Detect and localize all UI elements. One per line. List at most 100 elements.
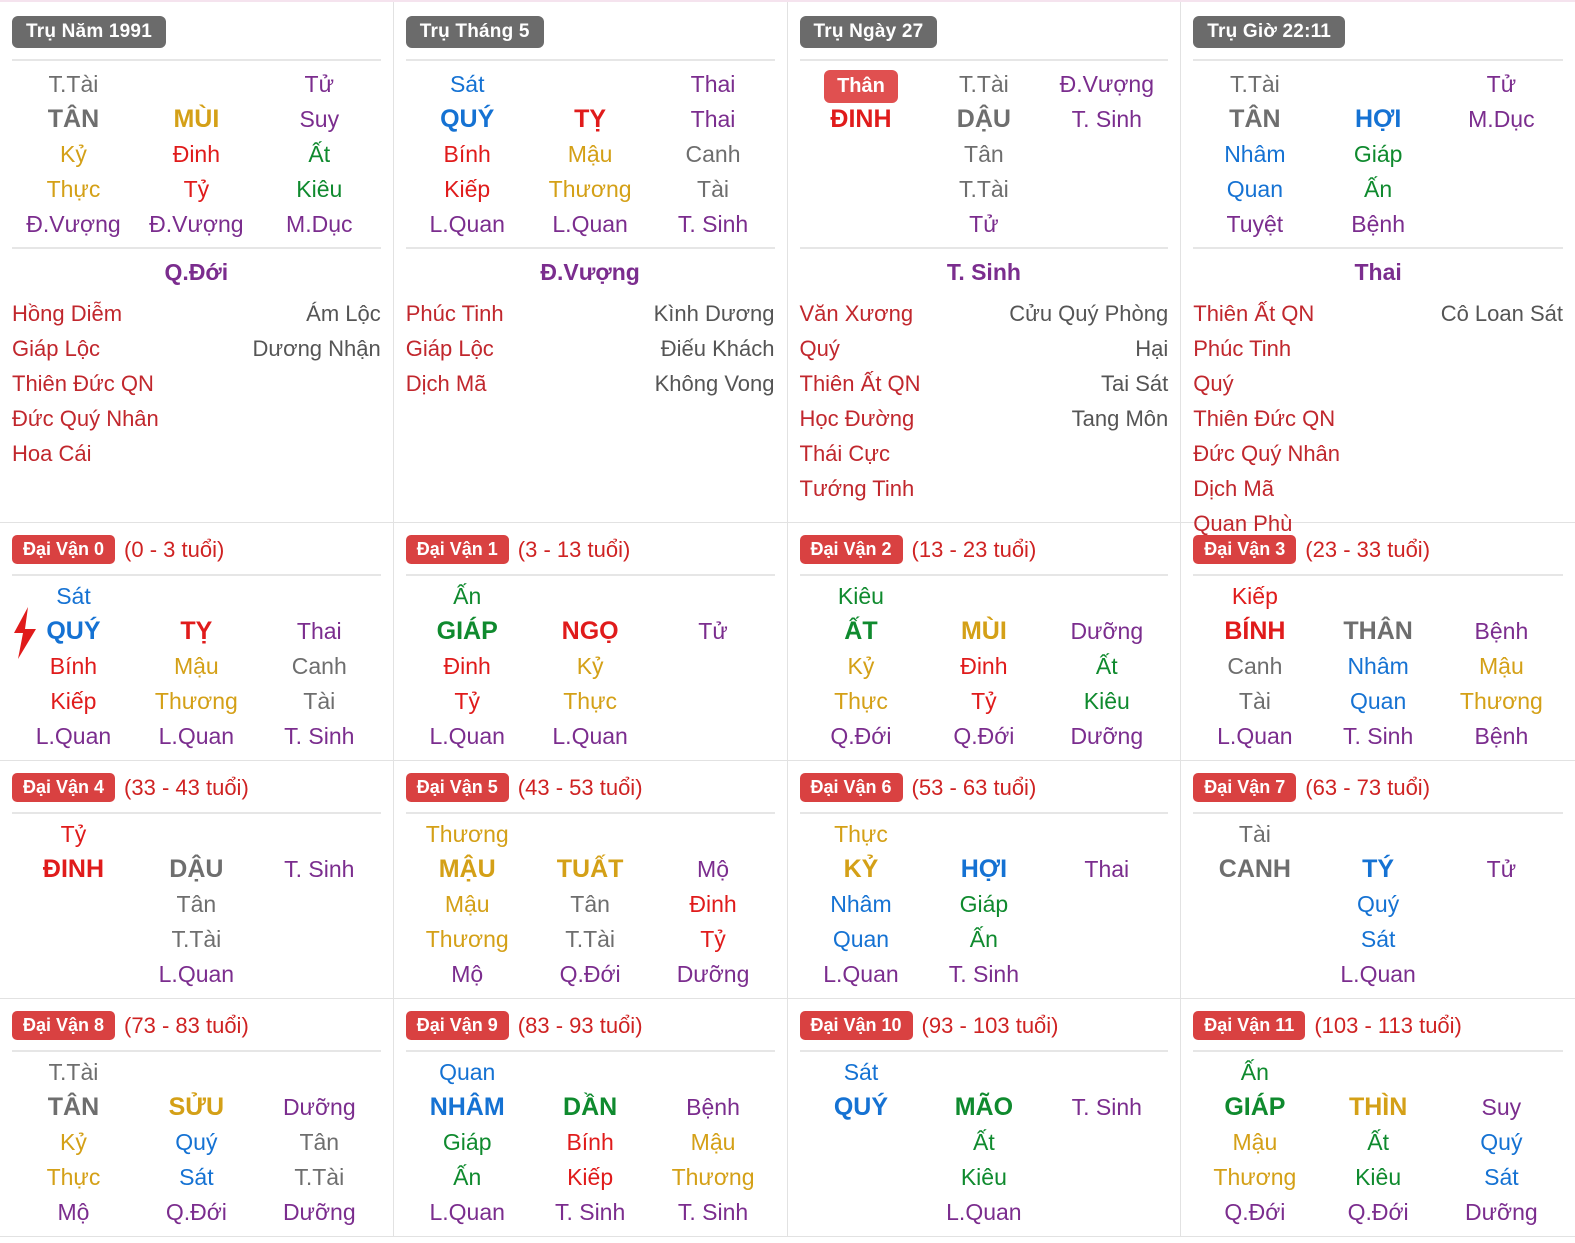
pillar-cell: Quan [1226, 176, 1283, 202]
pillar-cell: Ấn [1364, 176, 1393, 202]
luck-cycle-cell: ẤT [844, 617, 878, 645]
luck-cycle-card[interactable]: Đại Vận 1 (3 - 13 tuổi) Ấn GIÁP Đinh Tỷ L.Quan… [393, 523, 788, 761]
star-item-bad[interactable] [1378, 331, 1563, 366]
star-item-good[interactable]: Thiên Đức QN [1193, 401, 1378, 436]
star-item-bad[interactable]: Cô Loan Sát [1378, 296, 1563, 331]
luck-cycle-cell: Tử [1486, 856, 1517, 882]
luck-cycle-columns: T.Tài TÂN Kỷ Thực Mộ SỬU Quý Sát Q.Đới Dưỡng Tân… [12, 1055, 381, 1230]
star-item-bad[interactable] [984, 471, 1168, 506]
luck-cycle-age-range: (23 - 33 tuổi) [1305, 536, 1431, 562]
luck-cycle-cell: Kiếp [50, 688, 97, 714]
star-item-good[interactable]: Hồng Diễm [12, 296, 196, 331]
star-item-bad[interactable]: Kình Dương [590, 296, 775, 331]
luck-cycle-cell: Thương [1213, 1164, 1297, 1190]
star-item-good[interactable]: Tướng Tinh [800, 471, 984, 506]
star-item-good[interactable]: Phúc Tinh [1193, 331, 1378, 366]
star-item-good[interactable]: Quý [800, 331, 984, 366]
star-item-good[interactable]: Thiên Ất QN [800, 366, 984, 401]
star-item-good[interactable]: Hoa Cái [12, 436, 196, 471]
luck-cycle-cell: Canh [1227, 653, 1283, 679]
star-item-good[interactable]: Dịch Mã [406, 366, 590, 401]
luck-cycle-column: TÝ Quý Sát L.Quan [1317, 817, 1440, 992]
pillar-card[interactable]: Trụ Ngày 27 Thân ĐINH T.Tài DẬU Tân T.Tài Tử Đ.… [788, 2, 1182, 541]
luck-cycle-card[interactable]: Đại Vận 7 (63 - 73 tuổi) Tài CANH TÝ Quý Sát L… [1181, 761, 1575, 999]
luck-cycle-tag: Đại Vận 4 [12, 773, 116, 802]
star-item-good[interactable]: Đức Quý Nhân [1193, 436, 1378, 471]
pillar-card[interactable]: Trụ Tháng 5 Sát QUÝ Bính Kiếp L.Quan TỴ Mậu Thư… [394, 2, 788, 541]
star-item-bad[interactable] [1378, 366, 1563, 401]
pillar-cell: T.Tài [958, 176, 1009, 202]
luck-cycle-cell: CANH [1218, 855, 1291, 883]
pillar-title-tag: Trụ Giờ 22:11 [1193, 16, 1346, 48]
luck-cycle-cell: L.Quan [1340, 961, 1416, 987]
star-item-bad[interactable] [1378, 401, 1563, 436]
inauspicious-star-column: Ám Lộc Dương Nhận [196, 296, 381, 471]
luck-cycle-card[interactable]: Đại Vận 9 (83 - 93 tuổi) Quan NHÂM Giáp Ấn L.Q… [393, 999, 788, 1237]
luck-cycle-cell: L.Quan [429, 723, 505, 749]
luck-cycle-column: Kiêu ẤT Kỷ Thực Q.Đới [800, 579, 923, 754]
luck-cycle-tag: Đại Vận 0 [12, 535, 116, 564]
pillar-cell: Bính [443, 141, 491, 167]
star-item-bad[interactable]: Cửu Quý Phòng [984, 296, 1168, 331]
star-item-good[interactable]: Phúc Tinh [406, 296, 590, 331]
luck-cycle-cell: Mộ [697, 856, 729, 882]
star-item-good[interactable]: Giáp Lộc [406, 331, 590, 366]
luck-cycle-card[interactable]: Đại Vận 3 (23 - 33 tuổi) Kiếp BÍNH Canh Tài L.… [1181, 523, 1575, 761]
luck-cycle-card[interactable]: Đại Vận 11 (103 - 113 tuổi) Ấn GIÁP Mậu Thươn… [1181, 999, 1575, 1237]
star-item-bad[interactable]: Ám Lộc [196, 296, 381, 331]
luck-cycle-cell: Thương [154, 688, 238, 714]
luck-cycle-cell: MÙI [960, 617, 1007, 645]
star-item-bad[interactable]: Điếu Khách [590, 331, 775, 366]
luck-cycle-cell: Dưỡng [282, 1199, 356, 1225]
star-item-good[interactable]: Thiên Ất QN [1193, 296, 1378, 331]
luck-cycle-card[interactable]: Đại Vận 10 (93 - 103 tuổi) Sát QUÝ MÃO Ất Kiê… [787, 999, 1182, 1237]
luck-cycle-column: Suy Quý Sát Dưỡng [1440, 1055, 1563, 1230]
luck-cycle-cell: NGỌ [561, 617, 619, 645]
star-item-bad[interactable]: Hại [984, 331, 1168, 366]
star-item-bad[interactable] [1378, 471, 1563, 506]
pillar-card[interactable]: Trụ Năm 1991 T.Tài TÂN Kỷ Thực Đ.Vượng MÙI Đin… [0, 2, 394, 541]
luck-cycle-header: Đại Vận 11 (103 - 113 tuổi) [1193, 1011, 1563, 1040]
luck-cycle-header: Đại Vận 5 (43 - 53 tuổi) [405, 773, 775, 802]
divider [799, 59, 1169, 61]
star-item-good[interactable]: Học Đường [800, 401, 984, 436]
luck-cycle-cell: Đinh [960, 653, 1008, 679]
luck-cycle-age-range: (103 - 113 tuổi) [1314, 1012, 1462, 1038]
star-item-bad[interactable] [984, 436, 1168, 471]
pillar-cell: Thai [690, 71, 736, 97]
star-item-good[interactable]: Thái Cực [800, 436, 984, 471]
star-item-good[interactable]: Giáp Lộc [12, 331, 196, 366]
star-item-good[interactable]: Quý [1193, 366, 1378, 401]
luck-cycle-card[interactable]: Đại Vận 4 (33 - 43 tuổi) Tỷ ĐINH DẬU Tân T.Tà… [0, 761, 394, 999]
star-item-good[interactable]: Dịch Mã [1193, 471, 1378, 506]
luck-cycle-card[interactable]: Đại Vận 5 (43 - 53 tuổi) Thương MẬU Mậu Thươn… [393, 761, 788, 999]
luck-cycle-cell: T. Sinh [1342, 723, 1414, 749]
luck-cycle-tag: Đại Vận 11 [1193, 1011, 1306, 1040]
luck-cycle-cell: Dưỡng [1070, 723, 1144, 749]
star-item-bad[interactable]: Dương Nhận [196, 331, 381, 366]
luck-cycle-cell: L.Quan [946, 1199, 1022, 1225]
star-item-bad[interactable]: Tai Sát [984, 366, 1168, 401]
luck-cycle-age-range: (43 - 53 tuổi) [517, 774, 643, 800]
star-item-bad[interactable]: Không Vong [590, 366, 775, 401]
star-item-good[interactable]: Văn Xương [800, 296, 984, 331]
pillar-cell: Bệnh [1351, 211, 1405, 237]
luck-cycle-card[interactable]: Đại Vận 8 (73 - 83 tuổi) T.Tài TÂN Kỷ Thực Mộ … [0, 999, 394, 1237]
star-item-bad[interactable] [196, 436, 380, 471]
star-item-bad[interactable]: Tang Môn [984, 401, 1169, 436]
star-item-bad[interactable] [1378, 436, 1563, 471]
pillar-card[interactable]: Trụ Giờ 22:11 T.Tài TÂN Nhâm Quan Tuyệt HỢI Gi… [1181, 2, 1575, 541]
pillar-column: Tử Suy Ất Kiêu M.Dục [258, 67, 381, 242]
star-item-bad[interactable] [196, 401, 380, 436]
star-list: Thiên Ất QN Phúc Tinh Quý Thiên Đức QN Đức Q… [1193, 296, 1563, 541]
luck-cycle-card[interactable]: Đại Vận 0 (0 - 3 tuổi) Sát QUÝ Bính Kiếp L.Qua… [0, 523, 394, 761]
star-item-good[interactable]: Đức Quý Nhân [12, 401, 196, 436]
star-item-good[interactable]: Thiên Đức QN [12, 366, 196, 401]
pillar-column: Sát QUÝ Bính Kiếp L.Quan [406, 67, 529, 242]
luck-cycle-column: Thai Canh Tài T. Sinh [258, 579, 381, 754]
star-item-bad[interactable] [196, 366, 380, 401]
luck-cycle-cell: Ất [973, 1129, 995, 1155]
luck-cycle-card[interactable]: Đại Vận 6 (53 - 63 tuổi) Thực KỶ Nhâm Quan L.Q… [787, 761, 1182, 999]
luck-cycle-column: SỬU Quý Sát Q.Đới [135, 1055, 258, 1230]
luck-cycle-card[interactable]: Đại Vận 2 (13 - 23 tuổi) Kiêu ẤT Kỷ Thực Q.Đới… [787, 523, 1182, 761]
